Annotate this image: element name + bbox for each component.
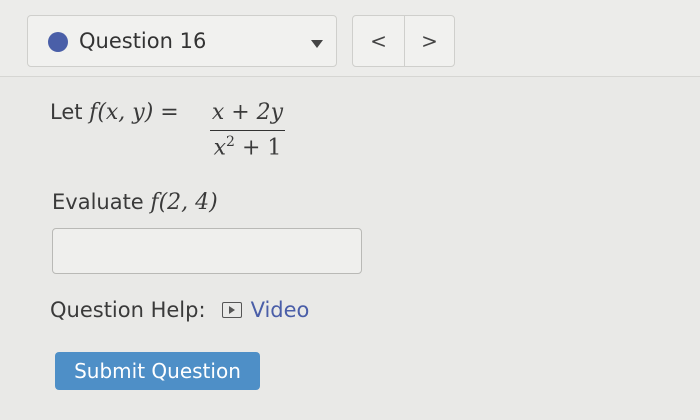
next-question-button[interactable]: > — [404, 16, 455, 66]
denominator-exponent: 2 — [226, 134, 235, 150]
question-help: Question Help: Video — [50, 298, 309, 322]
function-fraction: x + 2y x2 + 1 — [210, 100, 285, 160]
question-label: Question 16 — [79, 29, 207, 53]
question-selector[interactable]: Question 16 — [27, 15, 337, 67]
question-status-icon — [48, 32, 68, 52]
denominator-rest: + 1 — [234, 135, 282, 161]
video-icon — [221, 302, 242, 318]
question-nav: < > — [352, 15, 455, 67]
evaluate-expression: f(2, 4) — [150, 190, 218, 215]
problem-statement: Let f(x, y) = — [50, 100, 179, 125]
answer-input[interactable] — [52, 228, 362, 274]
video-link-label: Video — [250, 298, 310, 322]
question-help-label: Question Help: — [50, 298, 206, 322]
fraction-bar — [210, 130, 285, 131]
caret-down-icon[interactable] — [311, 40, 323, 48]
video-help-link[interactable]: Video — [221, 298, 310, 322]
evaluate-prefix: Evaluate — [52, 190, 144, 214]
previous-question-button[interactable]: < — [353, 16, 405, 66]
submit-question-button[interactable]: Submit Question — [55, 352, 260, 390]
denominator-base: x — [213, 135, 227, 161]
function-lhs: f(x, y) = — [89, 100, 179, 125]
evaluate-prompt: Evaluate f(2, 4) — [52, 190, 218, 215]
stem-prefix: Let — [50, 100, 83, 124]
fraction-numerator: x + 2y — [211, 100, 284, 125]
fraction-denominator: x2 + 1 — [210, 134, 285, 160]
